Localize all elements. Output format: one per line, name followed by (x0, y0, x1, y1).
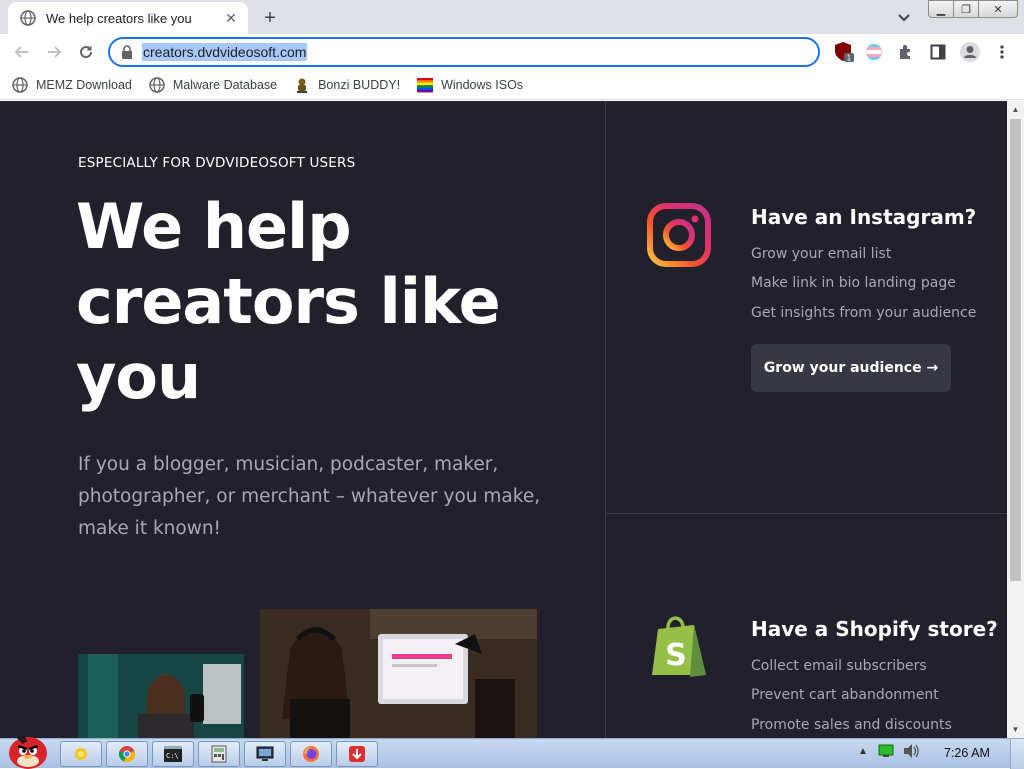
volume-icon[interactable] (902, 743, 920, 759)
shopify-feature: Prevent cart abandonment (751, 687, 939, 703)
hero-headline: We help creators like you (76, 189, 556, 414)
profile-button[interactable] (958, 40, 982, 64)
ublock-extension-button[interactable]: 1 (832, 40, 856, 64)
tab-title: We help creators like you (46, 10, 192, 26)
download-icon (349, 746, 365, 762)
hero-lead-text: If you a blogger, musician, podcaster, m… (78, 454, 541, 539)
new-tab-button[interactable]: + (258, 6, 282, 30)
bookmark-label: Malware Database (172, 77, 278, 92)
tab-strip: We help creators like you ✕ + ▁ ❐ ✕ (0, 0, 1024, 34)
shopify-bag-icon: S (652, 616, 706, 677)
eyebrow-text: ESPECIALLY FOR DVDVIDEOSOFT USERS (78, 155, 356, 171)
taskbar-clock[interactable]: 7:26 AM (944, 746, 990, 760)
instagram-icon (647, 203, 711, 267)
scroll-down-arrow-icon[interactable]: ▼ (1007, 721, 1024, 738)
lock-icon[interactable] (120, 45, 134, 59)
headline-line: you (76, 340, 201, 413)
trans-flag-extension-button[interactable] (862, 40, 886, 64)
horizontal-divider (606, 513, 1007, 514)
bonzi-icon (297, 78, 308, 93)
back-button[interactable] (10, 40, 34, 64)
taskbar-cmd-button[interactable]: C:\ (152, 741, 194, 767)
instagram-feature: Grow your email list (751, 246, 892, 262)
taskbar-firefox-button[interactable] (290, 741, 332, 767)
show-desktop-button[interactable] (1010, 739, 1024, 769)
chrome-icon (118, 746, 136, 763)
forward-arrow-icon (48, 46, 62, 58)
bookmark-malware-database[interactable]: Malware Database (149, 76, 278, 93)
restore-icon: ❐ (961, 3, 971, 16)
globe-icon (12, 76, 28, 93)
bookmark-label: Windows ISOs (441, 77, 524, 92)
minimize-icon: ▁ (936, 3, 946, 16)
system-tray: ▲ (858, 743, 920, 759)
close-window-button[interactable]: ✕ (978, 0, 1018, 18)
show-hidden-icons-icon[interactable]: ▲ (858, 746, 868, 757)
kebab-menu-icon (1000, 45, 1004, 59)
reload-icon (80, 46, 93, 59)
shopify-feature: Collect email subscribers (751, 658, 927, 674)
extension-badge: 1 (847, 54, 852, 63)
close-icon: ✕ (993, 3, 1003, 16)
url-text[interactable]: creators.dvdvideosoft.com (142, 43, 308, 61)
menu-button[interactable] (990, 40, 1014, 64)
bookmark-bonzi-buddy[interactable]: Bonzi BUDDY! (294, 77, 400, 93)
taskbar-monitor-button[interactable] (244, 741, 286, 767)
headline-line: creators like (76, 265, 501, 338)
creator-photo-1 (78, 654, 244, 738)
headline-line: We help (76, 190, 352, 263)
side-panel-button[interactable] (926, 40, 950, 64)
back-arrow-icon (14, 46, 28, 58)
instagram-card-title: Have an Instagram? (751, 205, 977, 229)
scroll-up-arrow-icon[interactable]: ▲ (1007, 101, 1024, 118)
reload-button[interactable] (74, 40, 98, 64)
browser-tab[interactable]: We help creators like you ✕ (8, 2, 248, 34)
side-panel-icon (930, 44, 946, 60)
shield-icon: 1 (835, 42, 854, 63)
address-bar[interactable]: creators.dvdvideosoft.com (108, 37, 820, 67)
svg-text:S: S (665, 638, 687, 673)
shopify-feature: Promote sales and discounts (751, 717, 952, 733)
bookmark-label: Bonzi BUDDY! (318, 77, 401, 92)
rainbow-flag-icon (417, 77, 434, 92)
vertical-divider (605, 101, 606, 738)
forward-button[interactable] (42, 40, 66, 64)
scrollbar-thumb[interactable] (1010, 119, 1021, 581)
taskbar-downloader-button[interactable] (336, 741, 378, 767)
instagram-feature: Get insights from your audience (751, 305, 977, 321)
firefox-icon (303, 746, 319, 762)
taskbar: C:\ ▲ 7:26 AM (0, 734, 1024, 769)
tab-search-icon[interactable] (894, 8, 914, 28)
grow-audience-button[interactable]: Grow your audience → (751, 344, 951, 392)
angry-bird-start-icon[interactable] (6, 731, 50, 769)
minimize-button[interactable]: ▁ (928, 0, 954, 18)
vertical-scrollbar[interactable]: ▲ ▼ (1007, 101, 1024, 738)
shopify-card-title: Have a Shopify store? (751, 617, 998, 641)
avatar-icon (960, 42, 980, 62)
taskbar-chrome-button[interactable] (106, 741, 148, 767)
bookmark-memz[interactable]: MEMZ Download (12, 76, 132, 93)
bookmarks-bar: MEMZ Download Malware Database Bonzi BUD… (0, 70, 1024, 100)
extensions-button[interactable] (894, 40, 918, 64)
taskbar-explorer-button[interactable] (60, 741, 102, 767)
close-tab-icon[interactable]: ✕ (222, 9, 240, 27)
sun-folder-icon (75, 748, 87, 760)
instagram-feature: Make link in bio landing page (751, 275, 956, 291)
bookmark-label: MEMZ Download (36, 77, 132, 92)
globe-icon (20, 10, 36, 26)
bookmark-windows-isos[interactable]: Windows ISOs (417, 77, 523, 93)
globe-icon (149, 76, 165, 93)
restore-button[interactable]: ❐ (953, 0, 979, 18)
web-page: ESPECIALLY FOR DVDVIDEOSOFT USERS We hel… (0, 101, 1007, 738)
browser-toolbar: creators.dvdvideosoft.com 1 (0, 34, 1024, 70)
network-icon[interactable] (878, 744, 894, 758)
svg-text:C:\: C:\ (166, 752, 179, 760)
taskbar-app-button[interactable] (198, 741, 240, 767)
command-prompt-icon: C:\ (164, 746, 182, 762)
monitor-icon (256, 746, 274, 761)
puzzle-icon (900, 45, 910, 59)
calculator-icon (211, 745, 227, 763)
creator-photo-2 (260, 609, 537, 738)
trans-flag-icon (865, 43, 883, 61)
